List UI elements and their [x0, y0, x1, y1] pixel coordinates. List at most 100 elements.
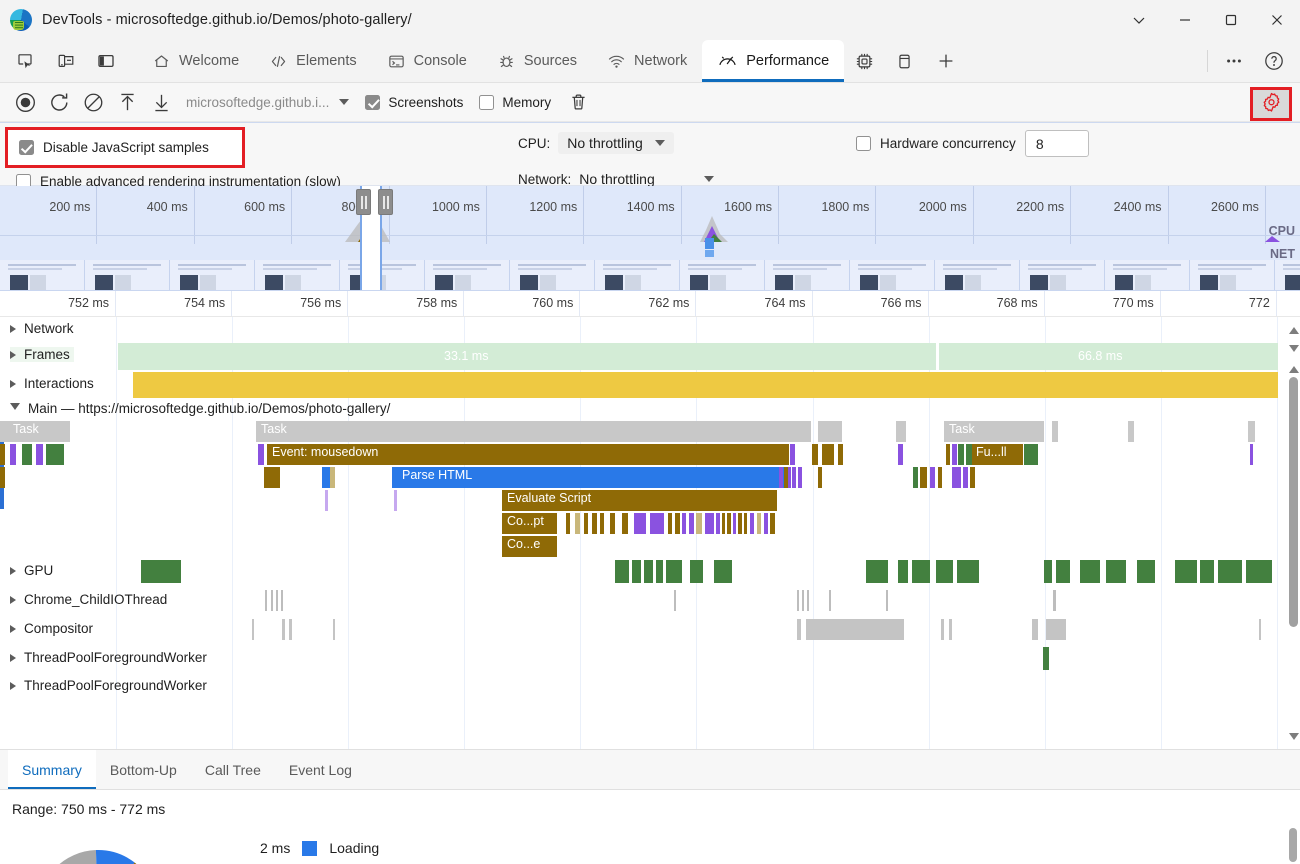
flame-bar[interactable]: [10, 444, 16, 465]
filmstrip-thumbnail[interactable]: [935, 260, 1020, 291]
flame-bar[interactable]: Co...pt: [502, 513, 557, 534]
tab-performance[interactable]: Performance: [702, 40, 844, 82]
tab-application[interactable]: [885, 40, 924, 82]
flame-bar[interactable]: [738, 513, 742, 534]
capture-settings-button[interactable]: [1250, 87, 1292, 121]
upload-profile-icon[interactable]: [110, 87, 144, 118]
flame-bar[interactable]: [779, 467, 783, 488]
flame-bar[interactable]: [757, 513, 761, 534]
minimize-button[interactable]: [1162, 0, 1208, 40]
add-panel-button[interactable]: [924, 40, 968, 82]
flame-bar[interactable]: [750, 513, 754, 534]
flame-bar[interactable]: [733, 513, 736, 534]
flame-bar[interactable]: [36, 444, 43, 465]
flame-bar[interactable]: [770, 513, 775, 534]
overview-selection-handle-left[interactable]: [356, 189, 371, 215]
disable-js-samples-checkbox[interactable]: Disable JavaScript samples: [5, 127, 245, 168]
flame-bar[interactable]: [764, 513, 768, 534]
flame-bar[interactable]: [838, 444, 843, 465]
flame-bar[interactable]: [970, 467, 975, 488]
flame-bar[interactable]: [592, 513, 597, 534]
flame-bar[interactable]: [258, 444, 264, 465]
flame-bar[interactable]: [952, 444, 957, 465]
flame-bar[interactable]: [744, 513, 747, 534]
flame-bar[interactable]: [322, 467, 330, 488]
flame-scroll-down-button[interactable]: [1287, 341, 1300, 355]
flame-bar[interactable]: [822, 444, 834, 465]
flame-bar[interactable]: [946, 444, 950, 465]
tab-event-log[interactable]: Event Log: [275, 750, 366, 789]
flame-bar[interactable]: [727, 513, 731, 534]
track-interactions[interactable]: Interactions: [0, 370, 1300, 399]
download-profile-icon[interactable]: [144, 87, 178, 118]
tab-console[interactable]: Console: [372, 40, 482, 82]
flame-scrollbar-up-arrow[interactable]: [1287, 362, 1300, 376]
flame-chart[interactable]: Network 33.1 ms 66.8 ms Frames Interacti…: [0, 317, 1300, 749]
flame-bar[interactable]: [722, 513, 725, 534]
flame-scrollbar-thumb[interactable]: [1289, 377, 1298, 627]
flame-bar[interactable]: Task: [944, 421, 1044, 442]
flame-bar[interactable]: [913, 467, 918, 488]
flame-bar[interactable]: [689, 513, 694, 534]
clear-icon[interactable]: [76, 87, 110, 118]
tab-summary[interactable]: Summary: [8, 750, 96, 789]
filmstrip-thumbnail[interactable]: [850, 260, 935, 291]
filmstrip-thumbnail[interactable]: [1020, 260, 1105, 291]
flame-bar[interactable]: [952, 467, 961, 488]
flame-scroll-up-button[interactable]: [1287, 323, 1300, 337]
summary-scrollbar[interactable]: [1287, 828, 1299, 862]
flame-bar[interactable]: [1248, 421, 1255, 442]
more-window-options-button[interactable]: [1116, 0, 1162, 40]
track-frames[interactable]: 33.1 ms 66.8 ms Frames: [0, 343, 1300, 370]
flame-bar[interactable]: [792, 467, 796, 488]
track-threadpool-1[interactable]: ThreadPoolForegroundWorker: [0, 644, 1300, 673]
flame-bar[interactable]: [898, 444, 903, 465]
filmstrip-thumbnail[interactable]: [170, 260, 255, 291]
flame-bar[interactable]: [1024, 444, 1038, 465]
hardware-concurrency-input[interactable]: 8: [1025, 130, 1089, 157]
help-icon[interactable]: [1254, 40, 1294, 82]
filmstrip-thumbnail[interactable]: [85, 260, 170, 291]
flame-bar[interactable]: [716, 513, 720, 534]
track-threadpool-2[interactable]: ThreadPoolForegroundWorker: [0, 673, 1300, 695]
flame-bar[interactable]: [896, 421, 906, 442]
flame-bar[interactable]: [963, 467, 968, 488]
flame-bar[interactable]: [650, 513, 664, 534]
flame-bar[interactable]: [566, 513, 570, 534]
filmstrip-thumbnail[interactable]: [595, 260, 680, 291]
device-toggle-icon[interactable]: [46, 40, 86, 82]
flame-bar[interactable]: [798, 467, 802, 488]
flame-bar[interactable]: [705, 513, 714, 534]
flame-bar[interactable]: [264, 467, 280, 488]
flame-bar[interactable]: Fu...ll: [971, 444, 1023, 465]
tab-welcome[interactable]: Welcome: [137, 40, 254, 82]
flame-bar[interactable]: [682, 513, 686, 534]
flame-bar[interactable]: [784, 467, 788, 488]
overview-selection-handle-right[interactable]: [378, 189, 393, 215]
flame-bar[interactable]: [958, 444, 964, 465]
tab-memory-inspector[interactable]: [844, 40, 885, 82]
track-compositor[interactable]: Compositor: [0, 615, 1300, 644]
filmstrip-thumbnail[interactable]: [425, 260, 510, 291]
flame-bar[interactable]: [0, 421, 8, 442]
origin-selector[interactable]: microsoftedge.github.i...: [186, 95, 349, 110]
flame-bar[interactable]: [818, 421, 842, 442]
flame-bar[interactable]: Co...e: [502, 536, 557, 557]
flame-bar[interactable]: Task: [8, 421, 70, 442]
flame-bar[interactable]: [0, 467, 5, 488]
flame-bar[interactable]: [801, 421, 811, 442]
flame-scrollbar-down-arrow[interactable]: [1287, 729, 1300, 743]
tab-network[interactable]: Network: [592, 40, 702, 82]
record-icon[interactable]: [8, 87, 42, 118]
filmstrip-thumbnail[interactable]: [1190, 260, 1275, 291]
flame-bar[interactable]: [0, 444, 5, 465]
reload-and-record-icon[interactable]: [42, 87, 76, 118]
cpu-throttling-select[interactable]: No throttling: [558, 132, 673, 154]
trash-icon[interactable]: [561, 87, 595, 118]
tab-sources[interactable]: Sources: [482, 40, 592, 82]
close-button[interactable]: [1254, 0, 1300, 40]
filmstrip-thumbnail[interactable]: [1275, 260, 1300, 291]
track-chrome-childiothread[interactable]: Chrome_ChildIOThread: [0, 586, 1300, 615]
flame-bar[interactable]: [392, 467, 397, 488]
flame-bar[interactable]: [325, 490, 328, 511]
